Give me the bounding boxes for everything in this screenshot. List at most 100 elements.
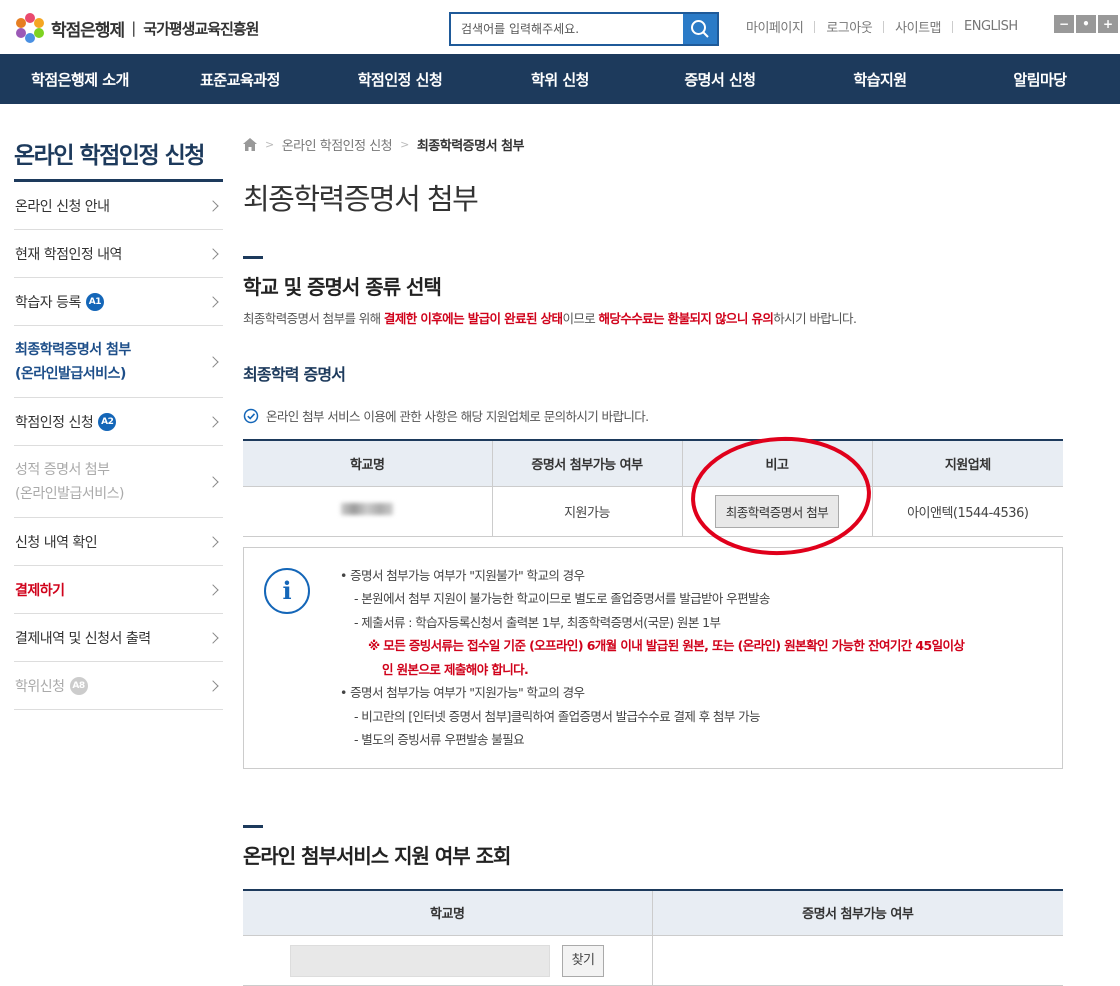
school-name-cell	[243, 486, 492, 537]
search-input[interactable]	[451, 14, 683, 44]
desc-warning: 결제한 이후에는 발급이 완료된 상태	[383, 311, 563, 326]
chevron-right-icon: >	[400, 137, 409, 151]
info-warning-line: ※ 모든 증빙서류는 접수일 기준 (오프라인) 6개월 이내 발급된 원본, …	[368, 638, 965, 653]
section-title: 학교 및 증명서 종류 선택	[243, 275, 442, 299]
mypage-link[interactable]: 마이페이지	[746, 17, 804, 36]
zoom-controls: − • +	[1054, 15, 1118, 33]
vendor-cell: 아이앤텍(1544-4536)	[871, 486, 1063, 537]
col-header-availability: 증명서 첨부가능 여부	[491, 439, 682, 487]
divider	[814, 20, 816, 33]
logo-flower-icon	[15, 13, 45, 43]
nav-item-certificate[interactable]: 증명서 신청	[640, 54, 800, 104]
nav-item-notice[interactable]: 알림마당	[960, 54, 1120, 104]
step-badge: A2	[98, 412, 117, 431]
chevron-right-icon	[207, 679, 219, 692]
col-header-vendor: 지원업체	[871, 439, 1063, 487]
table-row: 지원가능 최종학력증명서 첨부 아이앤텍(1544-4536)	[243, 486, 1063, 537]
sidebar-item-learner-register[interactable]: 학습자 등록 A1	[14, 278, 223, 326]
sidebar-item-label: 결제하기	[15, 582, 65, 599]
zoom-reset-button[interactable]: •	[1076, 15, 1096, 33]
chevron-right-icon	[207, 355, 219, 368]
sidebar-item-label-line1: 성적 증명서 첨부	[15, 461, 110, 478]
breadcrumb-parent[interactable]: 온라인 학점인정 신청	[282, 135, 393, 154]
info-line: • 증명서 첨부가능 여부가 "지원불가" 학교의 경우	[340, 567, 585, 583]
sidebar-item-label: 학위신청	[15, 678, 65, 695]
zoom-out-button[interactable]: −	[1054, 15, 1074, 33]
main-nav: 학점은행제 소개 표준교육과정 학점인정 신청 학위 신청 증명서 신청 학습지…	[0, 54, 1120, 104]
search-box	[449, 12, 719, 46]
sidebar-item-credit-apply[interactable]: 학점인정 신청 A2	[14, 398, 223, 446]
logo-org: 국가평생교육진흥원	[143, 19, 259, 38]
sidebar-item-payment-history[interactable]: 결제내역 및 신청서 출력	[14, 614, 223, 662]
english-link[interactable]: ENGLISH	[964, 19, 1018, 34]
sidebar-item-label: 학점인정 신청	[15, 414, 94, 431]
chevron-right-icon	[207, 199, 219, 212]
sidebar-item-label: 결제내역 및 신청서 출력	[15, 630, 151, 647]
logo-title: 학점은행제	[51, 20, 125, 41]
section-accent-bar	[243, 824, 263, 828]
nav-item-learning-support[interactable]: 학습지원	[800, 54, 960, 104]
sidebar: 온라인 학점인정 신청 온라인 신청 안내 현재 학점인정 내역 학습자 등록 …	[14, 136, 223, 710]
info-box: i • 증명서 첨부가능 여부가 "지원불가" 학교의 경우 - 본원에서 첨부…	[243, 546, 1063, 769]
logout-link[interactable]: 로그아웃	[826, 17, 872, 36]
nav-item-intro[interactable]: 학점은행제 소개	[0, 54, 160, 104]
sidebar-item-current-credits[interactable]: 현재 학점인정 내역	[14, 230, 223, 278]
find-button[interactable]: 찾기	[562, 944, 605, 977]
service-note: 온라인 첨부 서비스 이용에 관한 사항은 해당 지원업체로 문의하시기 바랍니…	[243, 406, 1063, 425]
divider	[952, 20, 953, 33]
chevron-right-icon	[207, 631, 219, 644]
info-list: • 증명서 첨부가능 여부가 "지원불가" 학교의 경우 - 본원에서 첨부 지…	[340, 564, 965, 752]
remark-cell: 최종학력증명서 첨부	[681, 486, 872, 537]
utility-links: 마이페이지 로그아웃 사이트맵 ENGLISH	[746, 17, 1018, 36]
check-circle-icon	[243, 408, 259, 423]
sitemap-link[interactable]: 사이트맵	[895, 17, 941, 36]
sidebar-title: 온라인 학점인정 신청	[14, 136, 223, 182]
school-search-cell: 찾기	[243, 935, 652, 986]
site-logo[interactable]: 학점은행제 | 국가평생교육진흥원	[15, 13, 259, 43]
sidebar-item-label-line2: (온라인발급서비스)	[15, 365, 126, 382]
sidebar-item-application-check[interactable]: 신청 내역 확인	[14, 518, 223, 566]
attach-certificate-button[interactable]: 최종학력증명서 첨부	[714, 494, 840, 528]
sidebar-item-grade-cert[interactable]: 성적 증명서 첨부 (온라인발급서비스)	[14, 446, 223, 518]
nav-item-curriculum[interactable]: 표준교육과정	[160, 54, 320, 104]
school-name-input[interactable]	[290, 944, 551, 977]
sidebar-item-degree-apply[interactable]: 학위신청 A8	[14, 662, 223, 710]
col-header-school: 학교명	[243, 439, 492, 487]
home-icon[interactable]	[243, 137, 257, 151]
chevron-right-icon	[207, 583, 219, 596]
subsection-title: 최종학력 증명서	[243, 365, 346, 384]
chevron-right-icon	[207, 247, 219, 260]
search-button[interactable]	[683, 14, 717, 44]
sidebar-item-final-degree-cert[interactable]: 최종학력증명서 첨부 (온라인발급서비스)	[14, 326, 223, 398]
desc-text: 하시기 바랍니다.	[773, 311, 857, 326]
info-line: - 비고란의 [인터넷 증명서 첨부]클릭하여 졸업증명서 발급수수료 결제 후…	[354, 708, 761, 724]
nav-item-credit-apply[interactable]: 학점인정 신청	[320, 54, 480, 104]
breadcrumb: > 온라인 학점인정 신청 > 최종학력증명서 첨부	[243, 134, 1063, 154]
desc-warning: 해당수수료는 환불되지 않으니 유의	[598, 311, 774, 326]
chevron-right-icon	[207, 535, 219, 548]
sidebar-item-label: 최종학력증명서 첨부 (온라인발급서비스)	[15, 338, 131, 386]
step-badge: A1	[85, 292, 104, 311]
chevron-right-icon	[207, 295, 219, 308]
main-content: > 온라인 학점인정 신청 > 최종학력증명서 첨부 최종학력증명서 첨부 학교…	[243, 134, 1063, 986]
chevron-right-icon	[207, 475, 219, 488]
sidebar-item-payment[interactable]: 결제하기	[14, 566, 223, 614]
section-accent-bar	[243, 256, 263, 259]
desc-text: 최종학력증명서 첨부를 위해	[243, 311, 384, 326]
sidebar-item-label: 학습자 등록	[15, 294, 81, 311]
certificate-table: 학교명 증명서 첨부가능 여부 비고 지원업체 지원가능 최종학력증명서 첨부 …	[243, 439, 1063, 537]
col-header-remark: 비고	[681, 439, 872, 487]
search-icon	[691, 20, 709, 38]
info-line: - 별도의 증빙서류 우편발송 불필요	[354, 732, 525, 747]
logo-divider: |	[131, 19, 137, 37]
zoom-in-button[interactable]: +	[1098, 15, 1118, 33]
sidebar-item-guide[interactable]: 온라인 신청 안내	[14, 182, 223, 230]
info-line: • 증명서 첨부가능 여부가 "지원가능" 학교의 경우	[340, 685, 585, 700]
table-row: 찾기	[243, 935, 1063, 986]
info-line: - 제출서류 : 학습자등록신청서 출력본 1부, 최종학력증명서(국문) 원본…	[354, 614, 721, 630]
availability-result-cell	[651, 935, 1063, 986]
table-header-row: 학교명 증명서 첨부가능 여부	[243, 888, 1063, 936]
info-line: - 본원에서 첨부 지원이 불가능한 학교이므로 별도로 졸업증명서를 발급받아…	[354, 591, 770, 606]
chevron-right-icon: >	[265, 137, 274, 151]
nav-item-degree-apply[interactable]: 학위 신청	[480, 54, 640, 104]
